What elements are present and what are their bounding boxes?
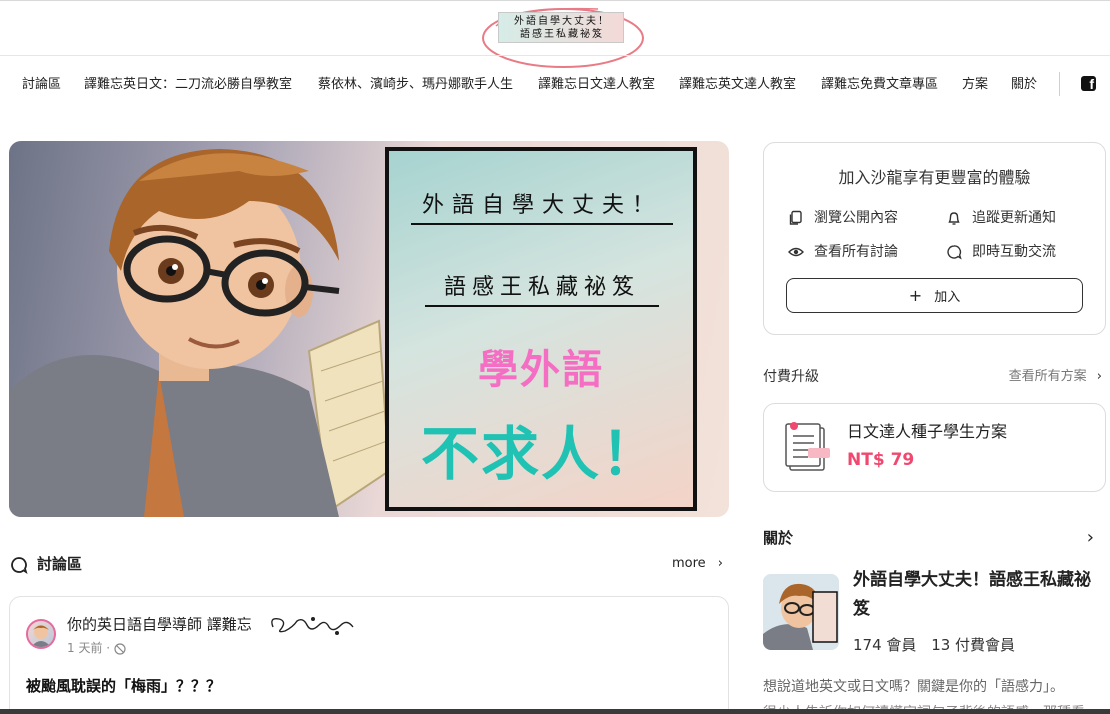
author-avatar[interactable]: [26, 619, 56, 649]
hero-banner: 外語自學大丈夫！ 語感王私藏祕笈 學外語 不求人！: [9, 141, 729, 517]
bell-icon: [948, 212, 960, 225]
salon-thumbnail-illustration: [763, 574, 839, 650]
logo-line-1: 外語自學大丈夫！: [514, 16, 610, 27]
discussion-title: 討論區: [37, 555, 83, 573]
discussion-icon: [11, 557, 28, 575]
join-button[interactable]: + 加入: [786, 278, 1083, 313]
more-label: more: [671, 556, 706, 571]
post-card[interactable]: 你的英日語自學導師 譯難忘 1 天前 · 被颱風耽誤的「梅雨」？？？: [9, 596, 729, 714]
about-title: 關於: [763, 529, 794, 547]
feature-follow-label: 追蹤更新通知: [972, 210, 1056, 226]
feature-discussions-label: 查看所有討論: [814, 244, 898, 260]
more-link[interactable]: more ›: [672, 553, 723, 575]
nav-item-english-class[interactable]: 譯難忘英文達人教室: [679, 72, 796, 98]
window-bottom-edge: [0, 709, 1110, 714]
copy-icon: [789, 210, 802, 225]
salon-stats: 174 會員 13 付費會員: [853, 633, 1015, 657]
post-title[interactable]: 被颱風耽誤的「梅雨」？？？: [26, 675, 221, 697]
chat-icon: [947, 245, 962, 260]
post-author-name: 你的英日語自學導師 譯難忘: [67, 615, 252, 634]
salon-description: 想說道地英文或日文嗎？關鍵是你的「語感力」。: [763, 679, 1064, 695]
feature-interact-label: 即時互動交流: [972, 244, 1056, 260]
avatar-illustration: [31, 625, 51, 647]
salon-name[interactable]: 外語自學大丈夫！語感王私藏祕笈: [853, 566, 1106, 624]
dot-separator: ·: [106, 641, 114, 655]
plan-card[interactable]: 日文達人種子學生方案 NT$ 79: [763, 403, 1106, 492]
post-time: 1 天前: [67, 641, 103, 655]
join-title: 加入沙龍享有更豐富的體驗: [838, 168, 1031, 187]
logo-box: 外語自學大丈夫！ 語感王私藏祕笈: [498, 12, 624, 43]
discussion-header: 討論區 more ›: [9, 553, 729, 577]
visibility-public-icon: [114, 642, 126, 655]
header-divider: [0, 55, 1110, 56]
about-header[interactable]: 關於 ›: [763, 527, 1106, 549]
nav-item-discussion[interactable]: 討論區: [22, 72, 61, 98]
nav-item-free-articles[interactable]: 譯難忘免費文章專區: [821, 72, 938, 98]
nav-item-about[interactable]: 關於: [1011, 72, 1037, 98]
hero-line-1: 外語自學大丈夫！: [411, 187, 673, 225]
nav-separator: [1059, 72, 1060, 96]
hero-line-2: 語感王私藏祕笈: [425, 269, 659, 307]
ornament-icon: [270, 617, 354, 635]
hero-line-3: 學外語: [478, 347, 604, 393]
plan-price: NT$ 79: [847, 450, 915, 470]
all-plans-label: 查看所有方案: [1008, 369, 1087, 384]
chevron-right-icon: ›: [1086, 527, 1094, 548]
site-logo[interactable]: 外語自學大丈夫！ 語感王私藏祕笈: [478, 4, 650, 72]
hero-illustration: [9, 149, 391, 517]
chevron-right-icon: ›: [1096, 369, 1102, 384]
join-button-label: 加入: [934, 290, 961, 305]
member-count: 174 會員: [853, 636, 917, 654]
logo-line-2: 語感王私藏祕笈: [520, 29, 604, 40]
facebook-icon[interactable]: f: [1081, 76, 1096, 91]
nav-item-japanese-class[interactable]: 譯難忘日文達人教室: [538, 72, 655, 98]
feature-browse-label: 瀏覽公開內容: [814, 210, 898, 226]
hero-line-4: 不求人！: [420, 420, 661, 488]
hero-text-panel: 外語自學大丈夫！ 語感王私藏祕笈 學外語 不求人！: [385, 147, 697, 511]
join-card: 加入沙龍享有更豐富的體驗 瀏覽公開內容 追蹤更新通知 查看所有討論 即時互動交流…: [763, 142, 1106, 335]
nav-item-dual-class[interactable]: 譯難忘英日文：二刀流必勝自學教室: [84, 72, 292, 98]
plan-name: 日文達人種子學生方案: [847, 422, 1008, 441]
post-meta: 1 天前 ·: [67, 639, 126, 657]
nav-item-plans[interactable]: 方案: [962, 72, 988, 98]
paid-member-count: 13 付費會員: [931, 636, 1016, 654]
upgrade-title: 付費升級: [763, 369, 819, 385]
post-author[interactable]: 你的英日語自學導師 譯難忘: [67, 613, 357, 637]
main-nav: 討論區 譯難忘英日文：二刀流必勝自學教室 蔡依林、濱崎步、瑪丹娜歌手人生 譯難忘…: [0, 72, 1110, 98]
plan-document-icon: [785, 422, 830, 471]
eye-icon: [788, 247, 804, 257]
plus-icon: +: [908, 286, 923, 305]
all-plans-link[interactable]: 查看所有方案 ›: [1009, 366, 1102, 388]
salon-thumbnail[interactable]: [763, 574, 839, 650]
nav-item-singer-life[interactable]: 蔡依林、濱崎步、瑪丹娜歌手人生: [318, 72, 513, 98]
chevron-right-icon: ›: [717, 556, 723, 571]
upgrade-header: 付費升級 查看所有方案 ›: [763, 366, 1106, 388]
